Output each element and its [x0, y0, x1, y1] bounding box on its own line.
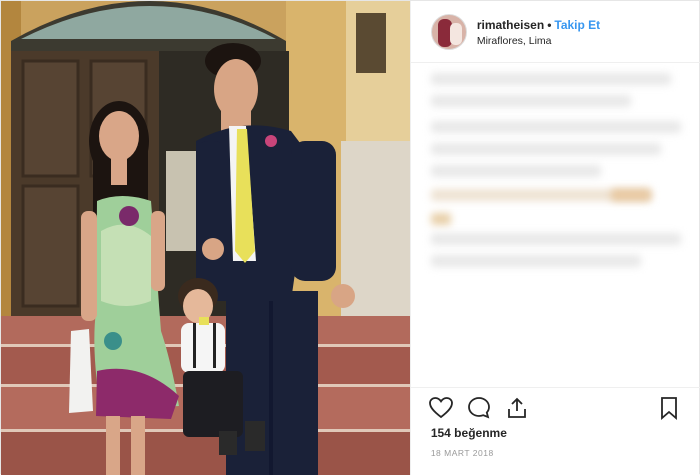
location-link[interactable]: Miraflores, Lima [477, 35, 600, 47]
share-icon[interactable] [505, 396, 529, 420]
comment-icon[interactable] [467, 396, 491, 420]
follow-button[interactable]: Takip Et [554, 18, 600, 32]
avatar-shape [449, 22, 462, 45]
blurred-text [430, 95, 631, 107]
blurred-text [430, 165, 601, 177]
separator-dot: • [547, 17, 552, 32]
avatar[interactable] [430, 13, 467, 50]
blurred-text [430, 255, 641, 267]
blurred-emoji [430, 213, 451, 225]
blurred-text [430, 233, 681, 245]
bookmark-icon[interactable] [657, 396, 681, 420]
post-actions: 154 beğenme 18 MART 2018 [410, 387, 700, 475]
instagram-post: rimatheisen•Takip Et Miraflores, Lima [0, 0, 700, 475]
post-side-panel: rimatheisen•Takip Et Miraflores, Lima [409, 1, 700, 475]
action-icons [428, 396, 529, 420]
post-date[interactable]: 18 MART 2018 [431, 448, 494, 458]
post-header: rimatheisen • Takip Et Miraflores, Lima [410, 1, 700, 63]
blurred-comments [430, 73, 687, 373]
blurred-text [430, 143, 661, 155]
blurred-text [430, 73, 671, 85]
header-line: rimatheisen • Takip Et [477, 17, 600, 33]
post-image [1, 1, 410, 475]
post-photo[interactable] [1, 1, 410, 475]
header-text: rimatheisen • Takip Et Miraflores, Lima [477, 17, 600, 47]
blurred-emoji [610, 189, 651, 201]
likes-count[interactable]: 154 beğenme [431, 426, 507, 440]
username-link[interactable]: rimatheisen [477, 18, 544, 32]
blurred-text [430, 121, 681, 133]
heart-icon[interactable] [428, 396, 453, 420]
